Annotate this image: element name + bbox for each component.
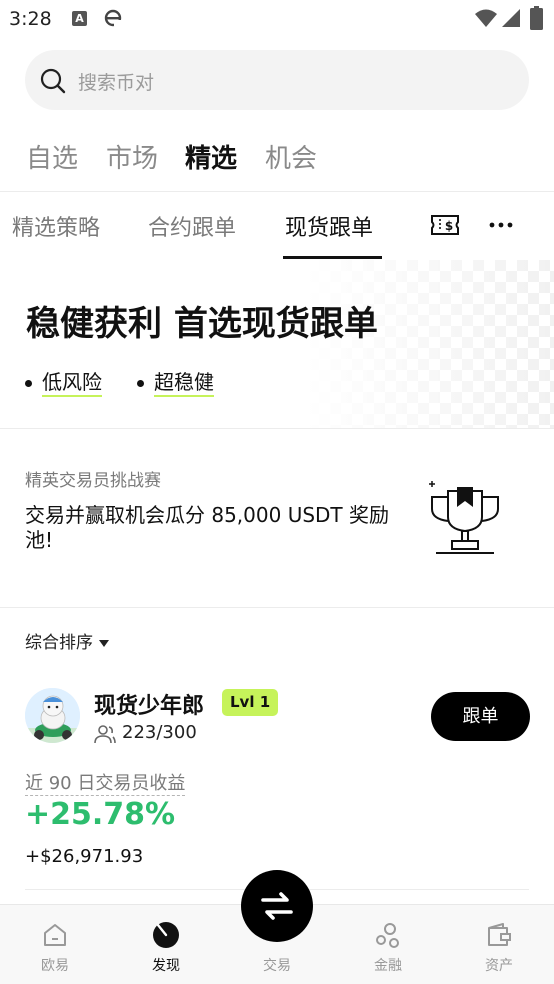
sub-tabs: 精选策略 合约跟单 现货跟单 $ [0, 192, 554, 260]
follower-count: 223/300 [122, 722, 197, 743]
search-placeholder: 搜索币对 [78, 72, 155, 94]
status-bar: 3:28 A [0, 0, 554, 38]
pnl-amount: +$26,971.93 [25, 846, 144, 867]
trade-button[interactable] [241, 870, 313, 942]
nav-label: 金融 [374, 958, 402, 974]
divider [0, 607, 554, 608]
search-icon [40, 68, 66, 94]
hero-tag: 低风险 [25, 366, 102, 397]
coupon-icon[interactable]: $ [430, 212, 460, 238]
tab-market[interactable]: 市场 [106, 138, 158, 175]
svg-text:$: $ [445, 219, 453, 233]
nav-assets[interactable]: 资产 [444, 905, 554, 984]
swap-arrows-icon [261, 892, 293, 920]
users-icon [94, 725, 116, 744]
hero-tag-label: 超稳健 [154, 370, 214, 397]
discover-icon [153, 922, 179, 948]
nav-label: 欧易 [41, 958, 69, 974]
hero-banner[interactable]: 稳健获利 首选现货跟单 低风险 超稳健 [0, 260, 554, 428]
bullet-dot [137, 380, 144, 387]
hero-title: 稳健获利 首选现货跟单 [26, 304, 378, 344]
nav-discover[interactable]: 发现 [111, 905, 221, 984]
caret-down-icon [99, 639, 109, 647]
browser-e-icon [104, 9, 122, 27]
promo-card[interactable]: 精英交易员挑战赛 交易并赢取机会瓜分 85,000 USDT 奖励池! [0, 429, 554, 607]
sort-label: 综合排序 [25, 633, 93, 653]
promo-text: 交易并赢取机会瓜分 85,000 USDT 奖励池! [25, 503, 390, 552]
trophy-icon [429, 481, 499, 554]
tab-opportunities[interactable]: 机会 [265, 138, 317, 175]
battery-icon [530, 6, 543, 30]
avatar[interactable] [25, 688, 80, 743]
active-tab-underline [283, 256, 382, 259]
trader-card[interactable]: 现货少年郎 Lvl 1 223/300 跟单 近 90 日交易员收益 +25.7… [0, 670, 554, 890]
notification-a-icon: A [72, 11, 87, 26]
pnl-label[interactable]: 近 90 日交易员收益 [25, 769, 186, 796]
status-time: 3:28 [9, 8, 52, 30]
promo-eyebrow: 精英交易员挑战赛 [25, 471, 161, 491]
search-input[interactable]: 搜索币对 [25, 50, 529, 110]
pnl-percent: +25.78% [25, 797, 176, 832]
nav-finance[interactable]: 金融 [333, 905, 443, 984]
wallet-icon [488, 923, 511, 946]
sort-dropdown[interactable]: 综合排序 [25, 628, 109, 653]
hero-tag: 超稳健 [137, 366, 214, 397]
nav-label: 资产 [485, 958, 513, 974]
subtab-futures-copy[interactable]: 合约跟单 [148, 210, 236, 242]
trader-name[interactable]: 现货少年郎 [94, 688, 204, 720]
tab-watchlist[interactable]: 自选 [26, 138, 78, 175]
bullet-dot [25, 380, 32, 387]
subtab-spot-copy[interactable]: 现货跟单 [285, 210, 373, 242]
wifi-icon [475, 9, 497, 27]
finance-icon [376, 923, 399, 948]
copy-trade-button[interactable]: 跟单 [431, 692, 530, 741]
hero-tag-label: 低风险 [42, 370, 102, 397]
level-badge: Lvl 1 [222, 689, 279, 716]
home-icon [44, 924, 66, 946]
nav-home[interactable]: 欧易 [0, 905, 110, 984]
subtab-strategies[interactable]: 精选策略 [12, 210, 100, 242]
signal-icon [502, 9, 520, 27]
more-icon[interactable] [486, 212, 516, 238]
nav-label: 交易 [263, 958, 291, 974]
tab-featured[interactable]: 精选 [185, 138, 237, 175]
nav-label: 发现 [152, 958, 180, 974]
